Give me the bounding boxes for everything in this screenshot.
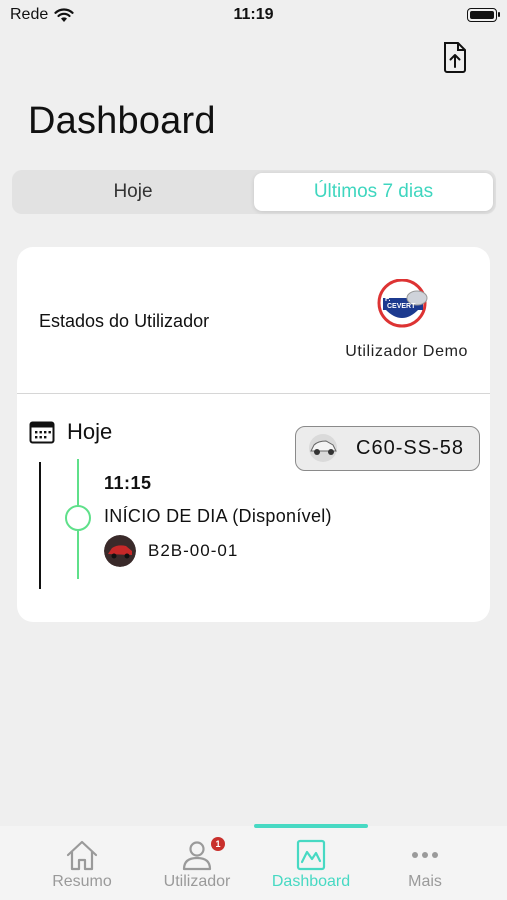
chart-icon <box>296 839 326 871</box>
day-timeline-bar <box>39 462 41 589</box>
tab-label: Resumo <box>52 873 112 890</box>
user-avatar-logo[interactable]: F. CEVERT <box>377 279 431 329</box>
segment-today[interactable]: Hoje <box>15 173 251 211</box>
event-description: INÍCIO DE DIA (Disponível) <box>104 506 332 526</box>
page-title: Dashboard <box>28 100 216 142</box>
tab-label: Utilizador <box>163 873 231 890</box>
vehicle-plate: C60-SS-58 <box>356 437 464 459</box>
tab-dashboard[interactable]: Dashboard <box>254 826 368 900</box>
svg-text:F.: F. <box>385 296 391 303</box>
tab-mais[interactable]: Mais <box>368 826 482 900</box>
day-header: Hoje <box>29 419 112 445</box>
user-states-card: Estados do Utilizador F. CEVERT Utilizad… <box>17 247 490 622</box>
vehicle-chip[interactable]: C60-SS-58 <box>295 426 480 471</box>
calendar-icon <box>29 421 55 444</box>
more-icon <box>412 852 438 858</box>
event-time: 11:15 <box>104 473 152 493</box>
event-vehicle-plate: B2B-00-01 <box>148 541 239 560</box>
document-export-icon <box>444 42 466 73</box>
tab-utilizador[interactable]: Utilizador <box>140 826 254 900</box>
tab-bar: Resumo Utilizador Dashboard Mais <box>0 826 507 900</box>
export-document-button[interactable] <box>440 40 470 74</box>
car-icon <box>309 434 337 462</box>
notification-badge: 1 <box>211 837 225 851</box>
card-header: Estados do Utilizador F. CEVERT Utilizad… <box>17 247 490 394</box>
user-states-label: Estados do Utilizador <box>39 311 210 331</box>
tab-resumo[interactable]: Resumo <box>25 826 139 900</box>
status-bar: Rede 11:19 <box>0 0 507 32</box>
segment-last-7-days[interactable]: Últimos 7 dias <box>254 173 493 211</box>
period-segmented-control: Hoje Últimos 7 dias <box>12 170 496 214</box>
user-icon <box>182 841 212 871</box>
home-icon <box>66 840 98 871</box>
day-label: Hoje <box>67 419 113 444</box>
active-tab-indicator <box>254 824 368 828</box>
red-car-icon <box>104 535 136 567</box>
tab-label: Mais <box>408 873 442 890</box>
battery-icon <box>467 8 500 22</box>
svg-text:CEVERT: CEVERT <box>387 303 416 310</box>
clock: 11:19 <box>233 6 274 23</box>
event-vehicle: B2B-00-01 <box>104 535 238 567</box>
tab-label: Dashboard <box>271 873 351 890</box>
timeline-node <box>65 505 91 531</box>
username: Utilizador Demo <box>345 343 468 360</box>
